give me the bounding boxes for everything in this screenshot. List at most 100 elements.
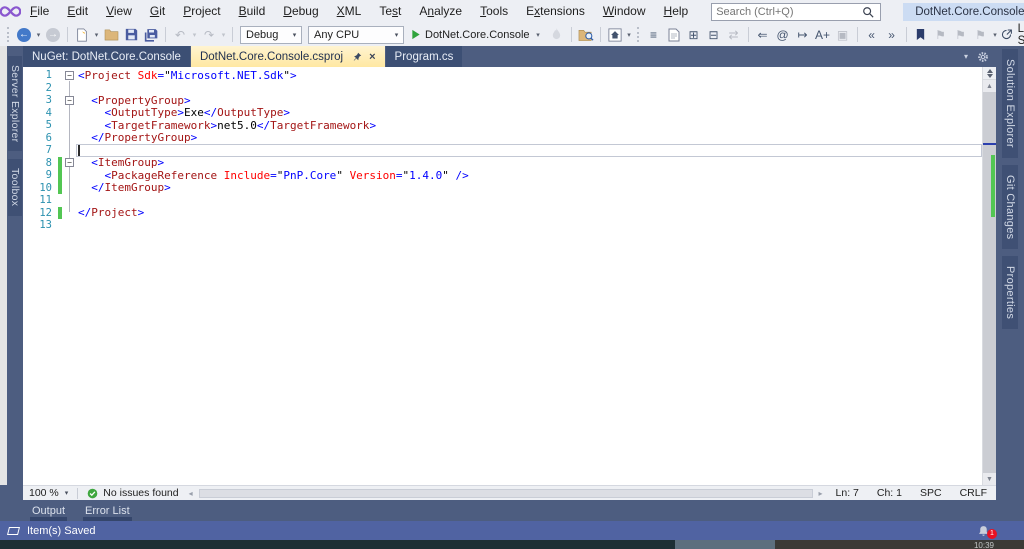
menu-help[interactable]: Help: [655, 0, 698, 23]
toolbar-grip-handle[interactable]: [7, 27, 11, 42]
code-text[interactable]: </PropertyGroup>: [76, 132, 982, 145]
menu-tools[interactable]: Tools: [471, 0, 517, 23]
hscroll-right-arrow[interactable]: ▸: [815, 489, 827, 498]
line-number[interactable]: 12: [23, 207, 57, 219]
menu-xml[interactable]: XML: [328, 0, 371, 23]
solution-configurations-dropdown[interactable]: Debug▾: [240, 26, 302, 44]
line-number[interactable]: 4: [23, 107, 57, 119]
line-number[interactable]: 7: [23, 144, 57, 156]
line-number[interactable]: 5: [23, 119, 57, 131]
code-line[interactable]: 12 </Project>: [23, 207, 982, 220]
rail-tab-toolbox[interactable]: Toolbox: [8, 159, 22, 215]
dropdown-caret-icon[interactable]: ▾: [92, 31, 101, 39]
line-number[interactable]: 8: [23, 157, 57, 169]
code-text[interactable]: </Project>: [76, 207, 982, 220]
menu-build[interactable]: Build: [230, 0, 275, 23]
toggle-bookmark-icon[interactable]: [911, 25, 931, 45]
save-icon[interactable]: [121, 25, 141, 45]
search-box[interactable]: [711, 3, 881, 21]
line-number[interactable]: 3: [23, 94, 57, 106]
zoom-control[interactable]: 100 % ▾: [23, 487, 74, 499]
notifications-button[interactable]: 1: [977, 524, 990, 538]
code-text[interactable]: [76, 82, 982, 95]
rail-tab-git-changes[interactable]: Git Changes: [1002, 165, 1018, 249]
solution-platforms-dropdown[interactable]: Any CPU▾: [308, 26, 404, 44]
split-window-handle[interactable]: [983, 67, 996, 80]
pin-tab-icon[interactable]: [353, 52, 362, 61]
line-number[interactable]: 2: [23, 82, 57, 94]
document-outline-icon[interactable]: ≡: [644, 25, 664, 45]
code-text[interactable]: <ItemGroup>: [76, 157, 982, 170]
line-number[interactable]: 11: [23, 194, 57, 206]
menu-git[interactable]: Git: [141, 0, 174, 23]
horizontal-scrollbar[interactable]: [199, 489, 813, 498]
editor-options-gear-icon[interactable]: [977, 51, 989, 63]
find-symbol-icon[interactable]: @: [773, 25, 793, 45]
hscroll-left-arrow[interactable]: ◂: [185, 489, 197, 498]
code-editor[interactable]: 1−<Project Sdk="Microsoft.NET.Sdk">23− <…: [23, 67, 996, 485]
rail-tab-properties[interactable]: Properties: [1002, 256, 1018, 329]
code-text[interactable]: <TargetFramework>net5.0</TargetFramework…: [76, 119, 982, 132]
code-text[interactable]: [76, 219, 982, 232]
open-file-icon[interactable]: [101, 25, 121, 45]
dropdown-caret-icon[interactable]: ▾: [534, 31, 543, 39]
code-text[interactable]: <Project Sdk="Microsoft.NET.Sdk">: [76, 69, 982, 82]
line-number[interactable]: 6: [23, 132, 57, 144]
decrease-indent-icon[interactable]: «: [862, 25, 882, 45]
code-line[interactable]: 13: [23, 219, 982, 232]
go-to-line-icon[interactable]: ↦: [793, 25, 813, 45]
code-text[interactable]: <OutputType>Exe</OutputType>: [76, 107, 982, 120]
line-ending-indicator[interactable]: CRLF: [951, 487, 996, 499]
scroll-down-arrow[interactable]: ▼: [983, 473, 996, 485]
live-share-button[interactable]: Live Share: [1000, 23, 1024, 47]
startup-project-icon[interactable]: [605, 25, 625, 45]
navigate-back-code-icon[interactable]: ⇐: [753, 25, 773, 45]
tab-program.cs[interactable]: Program.cs: [386, 46, 463, 67]
xslt-profiler-icon[interactable]: ⊟: [704, 25, 724, 45]
schema-explorer-icon[interactable]: ⊞: [684, 25, 704, 45]
code-text[interactable]: </ItemGroup>: [76, 182, 982, 195]
find-in-files-icon[interactable]: [576, 25, 596, 45]
menu-extensions[interactable]: Extensions: [517, 0, 594, 23]
menu-edit[interactable]: Edit: [58, 0, 97, 23]
code-text[interactable]: <PackageReference Include="PnP.Core" Ver…: [76, 169, 982, 182]
code-text[interactable]: [76, 144, 982, 157]
dropdown-caret-icon[interactable]: ▾: [625, 31, 634, 39]
search-input[interactable]: [712, 6, 862, 18]
code-line[interactable]: 2: [23, 82, 982, 95]
tab-nuget-dotnet.core.console[interactable]: NuGet: DotNet.Core.Console: [23, 46, 190, 67]
space-mode-indicator[interactable]: SPC: [911, 487, 951, 499]
panel-tab-output[interactable]: Output: [30, 500, 67, 521]
menu-view[interactable]: View: [97, 0, 141, 23]
dropdown-caret-icon[interactable]: ▾: [991, 31, 1000, 39]
menu-window[interactable]: Window: [594, 0, 655, 23]
menu-file[interactable]: File: [21, 0, 58, 23]
line-number[interactable]: 10: [23, 182, 57, 194]
active-files-dropdown-icon[interactable]: ▾: [964, 52, 968, 61]
tab-dotnet.core.console.csproj[interactable]: DotNet.Core.Console.csproj×: [191, 46, 385, 67]
toolbar-grip-handle[interactable]: [637, 27, 641, 42]
code-line[interactable]: 3− <PropertyGroup>: [23, 94, 982, 107]
code-line[interactable]: 1−<Project Sdk="Microsoft.NET.Sdk">: [23, 69, 982, 82]
start-debugging-button[interactable]: DotNet.Core.Console▾: [407, 29, 547, 41]
close-tab-icon[interactable]: ×: [369, 51, 375, 63]
code-text[interactable]: <PropertyGroup>: [76, 94, 982, 107]
menu-debug[interactable]: Debug: [274, 0, 327, 23]
vertical-scrollbar[interactable]: ▲ ▼: [982, 67, 996, 485]
navigate-backward-icon[interactable]: ←: [14, 25, 34, 45]
rail-tab-server-explorer[interactable]: Server Explorer: [8, 56, 22, 151]
fold-collapse-button[interactable]: −: [65, 158, 74, 167]
code-line[interactable]: 7: [23, 144, 982, 157]
rail-tab-solution-explorer[interactable]: Solution Explorer: [1002, 49, 1018, 158]
save-all-icon[interactable]: [141, 25, 161, 45]
code-line[interactable]: 5 <TargetFramework>net5.0</TargetFramewo…: [23, 119, 982, 132]
menu-test[interactable]: Test: [370, 0, 410, 23]
code-line[interactable]: 10 </ItemGroup>: [23, 182, 982, 195]
fold-collapse-button[interactable]: −: [65, 96, 74, 105]
scrollbar-track[interactable]: [983, 92, 996, 473]
code-line[interactable]: 4 <OutputType>Exe</OutputType>: [23, 107, 982, 120]
xml-document-icon[interactable]: [664, 25, 684, 45]
search-icon[interactable]: [862, 6, 880, 18]
line-number[interactable]: 1: [23, 69, 57, 81]
format-document-icon[interactable]: A+: [813, 25, 833, 45]
